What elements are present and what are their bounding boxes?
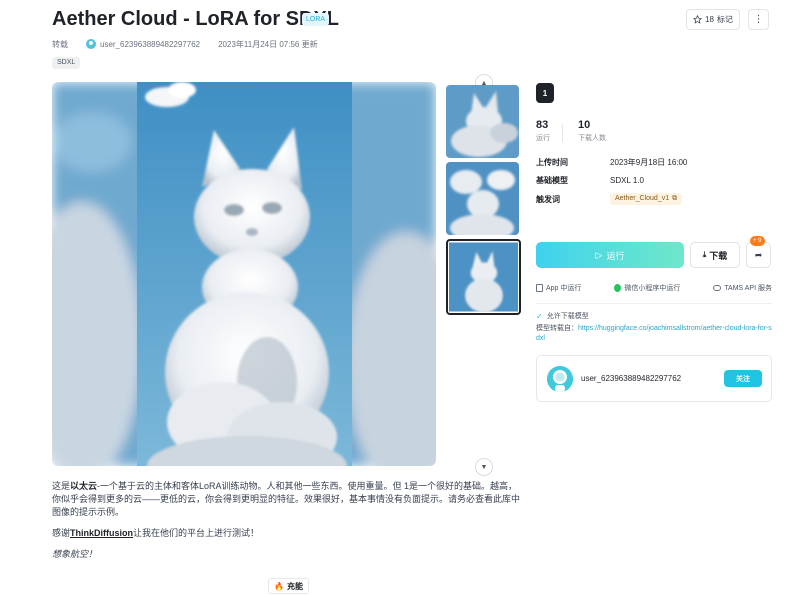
run-in-wechat-option[interactable]: 微信小程序中运行 (614, 283, 680, 293)
model-description: 这是以太云-一个基于云的主体和客体LoRA训练动物。人和其他一些东西。使用重量。… (52, 480, 522, 569)
recharge-button[interactable]: 🔥 充能 (268, 578, 309, 594)
allow-download-row: ✓ 允许下载模型 (536, 311, 589, 321)
page-title: Aether Cloud - LoRA for SDXL (52, 8, 340, 30)
share-icon: ➦ (754, 249, 763, 260)
chevron-down-icon: ▼ (480, 463, 488, 471)
base-model-label: 基础模型 (536, 176, 568, 185)
run-in-wechat-label: 微信小程序中运行 (624, 285, 681, 292)
description-paragraph-2: 感谢ThinkDiffusion让我在他们的平台上进行测试！ (52, 527, 522, 540)
tams-api-label: TAMS API 服务 (724, 285, 772, 292)
share-bonus-badge: + 9 (750, 236, 765, 246)
thumbnail-list (446, 85, 521, 319)
desc-text: 这是 (52, 481, 71, 491)
source-label: 模型转载自： (536, 325, 578, 332)
tag-sdxl[interactable]: SDXL (52, 57, 81, 69)
download-label: 下载 (709, 250, 728, 261)
trigger-word-chip[interactable]: Aether_Cloud_v1 ⧉ (610, 193, 683, 205)
panel-divider (536, 303, 772, 304)
description-paragraph-3: 想象航空！ (52, 549, 98, 559)
thumbnail-3-active[interactable] (446, 239, 521, 315)
recharge-label: 充能 (286, 581, 303, 591)
play-icon: ▷ (595, 249, 603, 260)
copy-icon: ⧉ (672, 195, 678, 202)
phone-icon (536, 284, 543, 292)
repost-label: 转载 (52, 39, 68, 49)
author-card: user_623963889482297762 关注 (536, 355, 772, 402)
run-count: 83 (536, 119, 549, 131)
upload-time-row: 上传时间 2023年9月18日 16:00 (536, 157, 687, 168)
more-dots-icon: ⋮ (753, 14, 764, 25)
download-count-stat: 10 下载人数 (578, 119, 606, 143)
cloud-icon (713, 285, 722, 291)
run-in-app-label: App 中运行 (546, 285, 582, 292)
desc-text: -一个基于云的主体和客体LoRA训练动物。人和其他一些东西。使用重量。但 1是一… (52, 481, 521, 517)
download-count: 10 (578, 119, 591, 131)
run-label: 运行 (606, 250, 625, 261)
download-icon: ⤓ (702, 250, 707, 259)
more-options-button[interactable]: ⋮ (748, 9, 769, 30)
download-count-label: 下载人数 (578, 135, 606, 142)
desc-bold: 以太云 (70, 481, 98, 491)
run-options: App 中运行 微信小程序中运行 TAMS API 服务 (536, 283, 772, 293)
main-preview-image[interactable] (52, 82, 436, 466)
wechat-icon (614, 284, 622, 292)
trigger-word-row: 触发词 Aether_Cloud_v1 ⧉ (536, 193, 683, 205)
desc-text: 感谢 (52, 528, 71, 538)
star-icon (693, 15, 703, 24)
author-link[interactable]: user_623963889482297762 (100, 40, 200, 49)
meta-row: 转载 user_623963889482297762 2023年11月24日 0… (52, 38, 318, 50)
bookmark-button[interactable]: 18 标记 (686, 9, 740, 30)
bookmark-count: 18 (705, 15, 714, 24)
run-in-app-option[interactable]: App 中运行 (536, 283, 581, 293)
user-avatar-icon (86, 39, 96, 49)
tams-api-option[interactable]: TAMS API 服务 (713, 283, 772, 293)
download-button[interactable]: ⤓ 下载 (690, 242, 740, 268)
run-button[interactable]: ▷ 运行 (536, 242, 684, 268)
thumbnail-2[interactable] (446, 162, 519, 235)
bookmark-label: 标记 (716, 15, 733, 24)
thinkdiffusion-link[interactable]: ThinkDiffusion (70, 528, 133, 538)
follow-button[interactable]: 关注 (724, 370, 762, 387)
version-tab[interactable]: 1 (536, 83, 554, 103)
run-count-stat: 83 运行 (536, 119, 550, 143)
desc-text: 让我在他们的平台上进行测试！ (133, 528, 260, 538)
author-name[interactable]: user_623963889482297762 (581, 374, 681, 383)
source-row: 模型转载自：https://huggingface.co/joachimsall… (536, 324, 772, 344)
stat-divider (562, 124, 563, 142)
model-type-badge: LORA (302, 13, 330, 26)
gallery-down-button[interactable]: ▼ (475, 458, 493, 476)
check-icon: ✓ (536, 311, 543, 321)
updated-time: 2023年11月24日 07:56 更新 (218, 39, 318, 49)
base-model-row: 基础模型 SDXL 1.0 (536, 175, 644, 186)
upload-time-label: 上传时间 (536, 158, 568, 167)
trigger-word-value: Aether_Cloud_v1 (615, 195, 670, 202)
upload-time-value: 2023年9月18日 16:00 (610, 158, 688, 167)
trigger-word-label: 触发词 (536, 194, 560, 204)
author-avatar[interactable] (547, 366, 573, 392)
thumbnail-1[interactable] (446, 85, 519, 158)
description-paragraph-1: 这是以太云-一个基于云的主体和客体LoRA训练动物。人和其他一些东西。使用重量。… (52, 480, 522, 519)
allow-download-label: 允许下载模型 (546, 313, 589, 320)
base-model-value: SDXL 1.0 (610, 176, 644, 185)
run-count-label: 运行 (536, 135, 550, 142)
flame-icon: 🔥 (274, 581, 284, 591)
